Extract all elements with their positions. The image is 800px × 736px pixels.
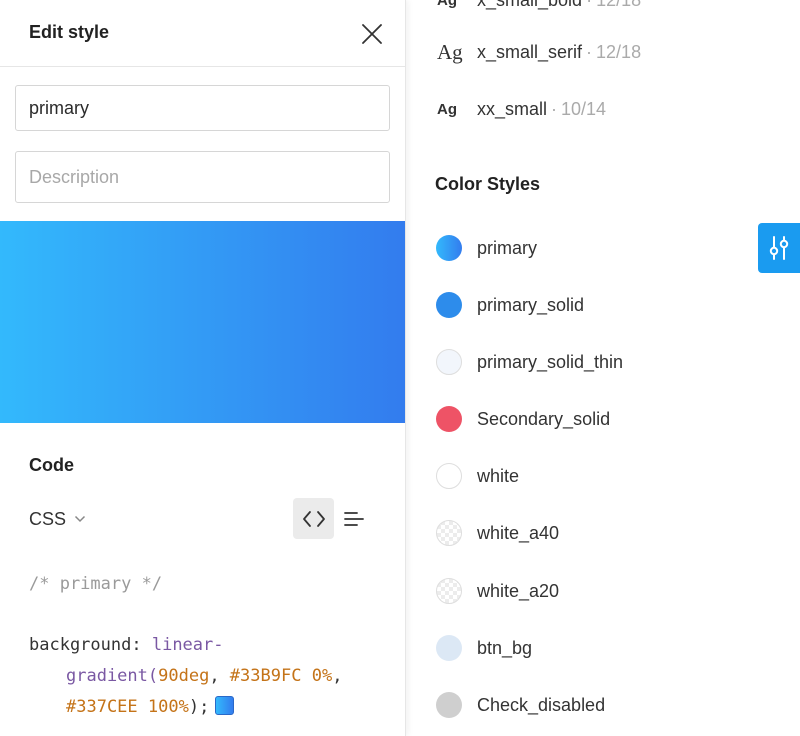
color-style-white[interactable]: white bbox=[436, 461, 519, 491]
color-style-label: primary_solid_thin bbox=[477, 351, 624, 372]
code-brackets-icon bbox=[302, 510, 325, 527]
close-icon bbox=[362, 24, 382, 44]
code-function: gradient( bbox=[66, 666, 159, 686]
color-styles-heading: Color Styles bbox=[435, 174, 541, 194]
color-style-white-a20[interactable]: white_a20 bbox=[436, 576, 559, 606]
color-swatch bbox=[436, 635, 462, 661]
panel-title: Edit style bbox=[29, 22, 110, 42]
text-style-separator: · bbox=[586, 0, 592, 11]
color-style-label: primary_solid bbox=[477, 294, 585, 315]
language-select-value: CSS bbox=[29, 508, 67, 529]
code-value: 0% bbox=[311, 666, 333, 686]
color-swatch bbox=[436, 520, 462, 546]
color-swatch-inline[interactable] bbox=[215, 696, 235, 715]
color-style-primary-solid-thin[interactable]: primary_solid_thin bbox=[436, 347, 623, 377]
code-punct: ); bbox=[188, 697, 210, 717]
color-swatch bbox=[436, 463, 462, 489]
code-function: linear- bbox=[151, 635, 224, 655]
code-value: #33B9FC bbox=[229, 666, 302, 686]
color-style-label: Secondary_solid bbox=[477, 408, 611, 429]
color-swatch bbox=[436, 349, 462, 375]
text-style-separator: · bbox=[586, 41, 593, 62]
code-punct bbox=[301, 666, 311, 686]
code-punct: , bbox=[209, 666, 230, 686]
close-button[interactable] bbox=[356, 18, 388, 50]
color-style-label: Check_disabled bbox=[477, 694, 606, 715]
text-style-item[interactable]: Ag x_small_serif · 12/18 bbox=[437, 40, 641, 64]
chevron-down-icon bbox=[74, 515, 86, 523]
text-style-separator: · bbox=[551, 98, 558, 119]
color-style-white-a40[interactable]: white_a40 bbox=[436, 518, 559, 548]
code-punct: , bbox=[332, 666, 343, 686]
color-style-label: primary bbox=[477, 237, 538, 258]
text-style-size: 12/18 bbox=[596, 0, 641, 11]
code-line: background: linear- bbox=[29, 635, 224, 655]
code-heading: Code bbox=[29, 455, 74, 475]
text-style-name: x_small_serif bbox=[477, 41, 583, 62]
color-swatch bbox=[436, 292, 462, 318]
language-select[interactable]: CSS bbox=[29, 507, 86, 531]
color-style-secondary-solid[interactable]: Secondary_solid bbox=[436, 404, 610, 434]
code-value: #337CEE bbox=[66, 697, 138, 717]
panel-header: Edit style bbox=[0, 0, 405, 67]
gradient-preview bbox=[0, 221, 405, 423]
description-input[interactable] bbox=[15, 151, 390, 203]
styles-list: Ag x_small_bold · 12/18 Ag x_small_serif… bbox=[405, 0, 800, 736]
code-value: 100% bbox=[147, 697, 189, 717]
adjust-button[interactable] bbox=[758, 223, 800, 273]
color-style-label: white_a20 bbox=[477, 580, 560, 601]
text-style-item[interactable]: Ag x_small_bold · 12/18 bbox=[437, 0, 641, 12]
color-style-label: white_a40 bbox=[477, 522, 560, 543]
text-style-size: 10/14 bbox=[561, 98, 607, 119]
text-align-left-icon bbox=[344, 511, 364, 526]
color-style-primary-solid[interactable]: primary_solid bbox=[436, 290, 584, 320]
color-swatch bbox=[436, 406, 462, 432]
style-name-input[interactable] bbox=[15, 85, 390, 131]
color-style-label: btn_bg bbox=[477, 637, 533, 658]
text-style-sample: Ag bbox=[437, 0, 457, 9]
text-style-sample: Ag bbox=[437, 39, 463, 64]
text-style-sample: Ag bbox=[437, 100, 457, 118]
color-swatch bbox=[436, 235, 462, 261]
color-style-primary[interactable]: primary bbox=[436, 233, 537, 263]
code-comment: /* primary */ bbox=[29, 574, 163, 594]
color-swatch bbox=[436, 692, 462, 718]
color-style-label: white bbox=[477, 465, 520, 486]
color-swatch bbox=[436, 578, 462, 604]
text-style-size: 12/18 bbox=[596, 41, 642, 62]
color-style-check-disabled[interactable]: Check_disabled bbox=[436, 690, 605, 720]
color-style-btn-bg[interactable]: btn_bg bbox=[436, 633, 532, 663]
list-view-button[interactable] bbox=[340, 502, 368, 535]
sliders-icon bbox=[769, 236, 789, 260]
text-style-name: xx_small bbox=[477, 98, 548, 119]
code-punct bbox=[138, 697, 148, 717]
code-line: gradient(90deg, #33B9FC 0%, bbox=[66, 666, 342, 686]
code-view-button[interactable] bbox=[293, 498, 334, 539]
edit-style-panel: Edit style Code CSS bbox=[0, 0, 406, 736]
text-style-item[interactable]: Ag xx_small · 10/14 bbox=[437, 97, 606, 121]
code-value: 90deg bbox=[158, 666, 210, 686]
text-style-name: x_small_bold bbox=[477, 0, 582, 11]
code-property: background: bbox=[29, 635, 142, 655]
code-line: #337CEE 100%); bbox=[66, 696, 235, 717]
